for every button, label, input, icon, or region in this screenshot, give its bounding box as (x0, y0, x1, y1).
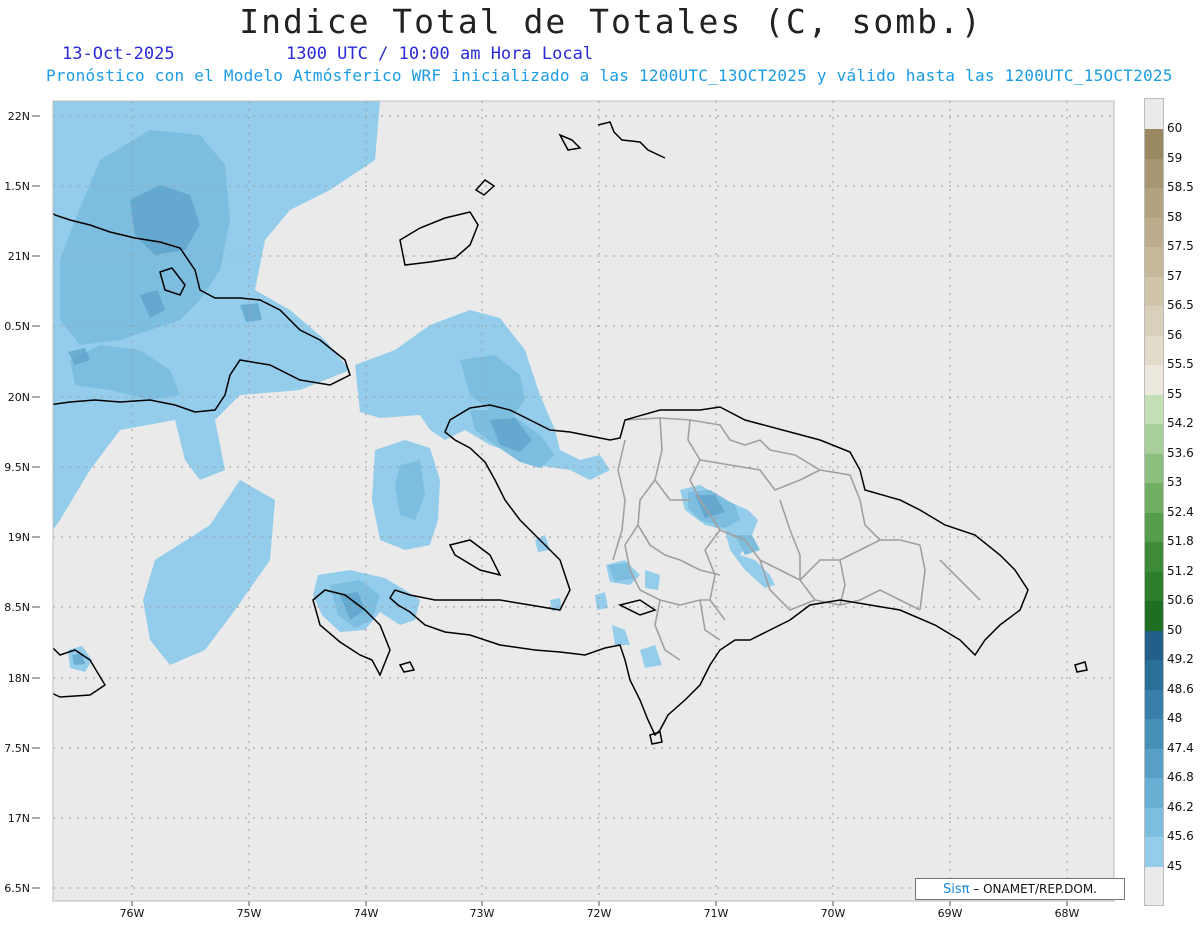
color-scale-segment (1145, 247, 1163, 277)
lon-ticks (131, 901, 1068, 906)
color-scale-label: 46.2 (1167, 799, 1194, 814)
color-scale-segment (1145, 542, 1163, 572)
lat-label: 19N (8, 531, 30, 544)
lon-label: 75W (237, 907, 262, 920)
color-scale-segment (1145, 601, 1163, 631)
lon-label: 68W (1055, 907, 1080, 920)
lat-label: 7.5N (4, 742, 30, 755)
lat-axis: 22N 1.5N 21N 0.5N 20N 9.5N 19N 8.5N 18N … (4, 110, 30, 895)
lon-label: 74W (354, 907, 379, 920)
lat-label: 8.5N (4, 601, 30, 614)
color-scale-label: 45 (1167, 858, 1183, 873)
color-scale-label: 47.4 (1167, 740, 1194, 755)
color-scale-label: 57 (1167, 268, 1183, 283)
color-scale-label: 55 (1167, 386, 1183, 401)
color-scale-segment (1145, 778, 1163, 808)
color-scale-segment (1145, 689, 1163, 719)
color-scale-label: 51.8 (1167, 534, 1194, 548)
color-scale-segment (1145, 335, 1163, 365)
color-scale-segment (1145, 129, 1163, 159)
color-scale-label: 53 (1167, 475, 1183, 489)
color-scale-segment (1145, 306, 1163, 336)
color-scale-label: 54.2 (1167, 416, 1194, 430)
color-scale-segment (1145, 748, 1163, 778)
lat-label: 20N (8, 391, 30, 404)
color-scale-segment (1145, 837, 1163, 867)
sispi-logo: Sisπ (942, 882, 970, 897)
lat-label: 22N (8, 110, 30, 123)
color-scale-label: 57.5 (1167, 239, 1194, 253)
lon-axis: 76W 75W 74W 73W 72W 71W 70W 69W 68W (120, 907, 1080, 920)
color-scale-segment (1145, 217, 1163, 247)
color-scale-segment (1145, 571, 1163, 601)
color-scale-segment (1145, 512, 1163, 542)
weather-map: 22N 1.5N 21N 0.5N 20N 9.5N 19N 8.5N 18N … (4, 100, 1115, 920)
color-scale-label: 60 (1167, 121, 1183, 135)
lat-label: 17N (8, 812, 30, 825)
color-scale-label: 55.5 (1167, 357, 1194, 371)
color-scale-segment (1145, 630, 1163, 660)
color-scale-label: 58.5 (1167, 180, 1194, 194)
color-scale-label: 52.4 (1167, 504, 1194, 519)
color-scale-label: 45.6 (1167, 829, 1194, 843)
color-scale-label: 51.2 (1167, 563, 1194, 578)
lon-label: 76W (120, 907, 145, 920)
color-scale-label: 50.6 (1167, 593, 1194, 607)
color-scale-segment (1145, 807, 1163, 837)
lat-label: 18N (8, 672, 30, 685)
color-scale-label: 49.2 (1167, 652, 1194, 666)
color-scale-segment (1145, 158, 1163, 188)
lat-ticks (32, 115, 40, 889)
color-scale-segment (1145, 394, 1163, 424)
color-scale-label: 58 (1167, 209, 1183, 224)
lat-label: 6.5N (4, 882, 30, 895)
lon-label: 71W (704, 907, 729, 920)
lon-label: 70W (821, 907, 846, 920)
color-scale-segment (1145, 483, 1163, 513)
color-scale-label: 46.8 (1167, 770, 1194, 784)
color-scale-label: 59 (1167, 150, 1183, 165)
color-scale-label: 48 (1167, 711, 1183, 725)
color-scale-bar (1144, 98, 1164, 906)
color-scale-segment (1145, 719, 1163, 749)
color-scale-segment (1145, 453, 1163, 483)
lat-label: 21N (8, 250, 30, 263)
color-scale-label: 56.5 (1167, 298, 1194, 312)
color-scale-label: 50 (1167, 622, 1183, 637)
lon-label: 69W (938, 907, 963, 920)
color-scale-segment (1145, 424, 1163, 454)
lat-label: 1.5N (4, 180, 30, 193)
color-scale-segment (1145, 188, 1163, 218)
lat-label: 9.5N (4, 461, 30, 474)
color-scale-segment (1145, 276, 1163, 306)
lon-label: 73W (470, 907, 495, 920)
lat-label: 0.5N (4, 320, 30, 333)
color-scale-segment (1145, 660, 1163, 690)
color-scale-label: 56 (1167, 327, 1183, 342)
color-scale-segment (1145, 365, 1163, 395)
credit-box: Sisπ – ONAMET/REP.DOM. (915, 878, 1125, 900)
credit-text: – ONAMET/REP.DOM. (973, 882, 1097, 896)
color-scale-label: 48.6 (1167, 681, 1194, 696)
color-scale-label: 53.6 (1167, 445, 1194, 460)
lon-label: 72W (587, 907, 612, 920)
